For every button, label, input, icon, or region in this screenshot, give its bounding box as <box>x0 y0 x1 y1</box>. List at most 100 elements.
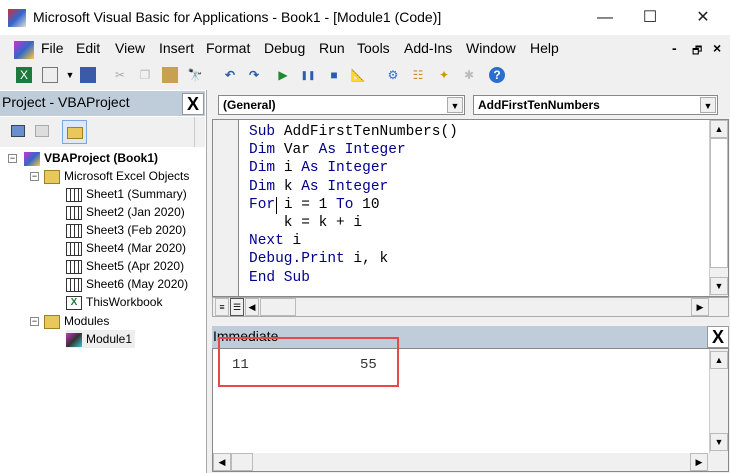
cut-icon[interactable]: ✂ <box>112 67 128 83</box>
toggle-folders-button[interactable] <box>62 120 87 144</box>
project-tree: − VBAProject (Book1) − Microsoft Excel O… <box>8 149 190 348</box>
code-token: k <box>283 178 302 195</box>
menu-view[interactable]: View <box>115 40 145 56</box>
tree-node-label: Sheet6 (May 2020) <box>86 277 189 291</box>
tree-node-sheet5[interactable]: Sheet5 (Apr 2020) <box>66 257 184 275</box>
tree-node-sheet3[interactable]: Sheet3 (Feb 2020) <box>66 221 186 239</box>
paste-icon[interactable] <box>162 67 178 83</box>
view-excel-icon[interactable]: X <box>16 67 32 83</box>
mdi-close-button[interactable]: × <box>713 40 721 56</box>
tree-node-thisworkbook[interactable]: X ThisWorkbook <box>66 293 162 311</box>
code-keyword: Sub <box>249 124 284 140</box>
tree-node-sheet2[interactable]: Sheet2 (Jan 2020) <box>66 203 185 221</box>
menu-format[interactable]: Format <box>206 40 250 56</box>
code-line[interactable]: Next i <box>249 232 458 250</box>
code-keyword: End Sub <box>249 269 310 286</box>
module-icon <box>66 332 82 347</box>
project-explorer-close-button[interactable]: X <box>182 93 204 115</box>
code-line[interactable]: k = k + i <box>249 214 458 232</box>
code-line[interactable]: Sub AddFirstTenNumbers() <box>249 123 458 141</box>
tree-node-modules[interactable]: Modules <box>44 312 109 330</box>
code-line[interactable]: End Sub <box>249 269 458 287</box>
dropdown-arrow-icon[interactable]: ▼ <box>62 67 78 83</box>
scroll-left-icon[interactable]: ◀ <box>213 453 231 471</box>
menu-run[interactable]: Run <box>319 40 345 56</box>
scroll-thumb[interactable] <box>710 138 728 268</box>
menu-window[interactable]: Window <box>466 40 516 56</box>
procedure-view-button[interactable]: ≡ <box>215 298 229 316</box>
menu-help[interactable]: Help <box>530 40 559 56</box>
scroll-down-icon[interactable]: ▼ <box>710 277 728 295</box>
menu-insert[interactable]: Insert <box>159 40 194 56</box>
project-scrollbar[interactable] <box>194 117 205 147</box>
reset-icon[interactable]: ■ <box>326 67 342 83</box>
immediate-vertical-scrollbar[interactable]: ▲ ▼ <box>709 349 728 453</box>
code-line[interactable]: Dim k As Integer <box>249 178 458 196</box>
object-browser-icon[interactable]: ✦ <box>436 67 452 83</box>
horizontal-scroll-thumb[interactable] <box>231 453 253 471</box>
chevron-down-icon[interactable]: ▼ <box>447 97 463 113</box>
scroll-down-icon[interactable]: ▼ <box>710 433 728 451</box>
code-vertical-scrollbar[interactable]: ▲ ▼ <box>709 120 728 296</box>
chevron-down-icon[interactable]: ▼ <box>700 97 716 113</box>
code-token: i <box>292 233 302 250</box>
mdi-minimize-button[interactable]: - <box>672 40 677 56</box>
scroll-right-icon[interactable]: ▶ <box>691 298 709 316</box>
close-button[interactable]: ✕ <box>683 6 723 30</box>
vba-app-icon <box>8 9 26 27</box>
tree-node-vbaproject[interactable]: VBAProject (Book1) <box>24 149 158 167</box>
scroll-right-icon[interactable]: ▶ <box>690 453 708 471</box>
code-keyword: Dim <box>249 160 284 177</box>
scroll-up-icon[interactable]: ▲ <box>710 351 728 369</box>
code-text[interactable]: Sub AddFirstTenNumbers() Dim Var As Integ… <box>249 123 458 287</box>
code-line[interactable]: Debug.Print i, k <box>249 250 458 268</box>
run-icon[interactable]: ▶ <box>275 67 291 83</box>
tree-node-sheet1[interactable]: Sheet1 (Summary) <box>66 185 187 203</box>
tree-node-module1[interactable]: Module1 <box>66 330 136 348</box>
object-dropdown[interactable]: (General) ▼ <box>218 95 465 115</box>
maximize-button[interactable]: ☐ <box>630 6 670 30</box>
tree-node-label: Sheet1 (Summary) <box>86 187 187 201</box>
insert-userform-icon[interactable] <box>42 67 58 83</box>
find-icon[interactable]: 🔭 <box>187 67 203 83</box>
code-line[interactable]: For i = 1 To 10 <box>249 196 458 214</box>
save-icon[interactable] <box>80 67 96 83</box>
code-line[interactable]: Dim Var As Integer <box>249 141 458 159</box>
help-icon[interactable]: ? <box>489 67 505 83</box>
tree-node-label: Sheet3 (Feb 2020) <box>86 223 187 237</box>
undo-icon[interactable]: ↶ <box>222 67 238 83</box>
standard-toolbar: X ▼ ✂ ❐ 🔭 ↶ ↷ ▶ ❚❚ ■ 📐 ⚙ ☷ ✦ ✱ ? <box>0 62 730 90</box>
menu-edit[interactable]: Edit <box>76 40 100 56</box>
horizontal-scroll-thumb[interactable] <box>260 298 296 316</box>
immediate-horizontal-scrollbar[interactable]: ◀ ▶ <box>213 453 728 471</box>
scroll-up-icon[interactable]: ▲ <box>710 120 728 138</box>
view-code-icon[interactable] <box>11 125 25 137</box>
menu-tools[interactable]: Tools <box>357 40 390 56</box>
procedure-dropdown[interactable]: AddFirstTenNumbers ▼ <box>473 95 718 115</box>
menu-add-ins[interactable]: Add-Ins <box>404 40 452 56</box>
menu-debug[interactable]: Debug <box>264 40 305 56</box>
tree-node-label: VBAProject (Book1) <box>44 151 159 165</box>
tree-node-label: Module1 <box>86 332 133 346</box>
design-mode-icon[interactable]: 📐 <box>350 67 366 83</box>
scroll-left-icon[interactable]: ◀ <box>245 298 259 316</box>
code-line[interactable]: Dim i As Integer <box>249 159 458 177</box>
copy-icon[interactable]: ❐ <box>137 67 153 83</box>
break-icon[interactable]: ❚❚ <box>300 67 316 83</box>
project-explorer-icon[interactable]: ⚙ <box>385 67 401 83</box>
redo-icon[interactable]: ↷ <box>246 67 262 83</box>
full-module-view-button[interactable]: ☰ <box>230 298 244 316</box>
properties-window-icon[interactable]: ☷ <box>410 67 426 83</box>
tree-node-excel-objects[interactable]: Microsoft Excel Objects <box>44 167 189 185</box>
minimize-button[interactable]: — <box>585 6 625 30</box>
tree-node-sheet4[interactable]: Sheet4 (Mar 2020) <box>66 239 186 257</box>
view-object-icon[interactable] <box>35 125 49 137</box>
menu-file[interactable]: File <box>41 40 64 56</box>
mdi-restore-button[interactable]: 🗗 <box>692 42 702 61</box>
tree-node-sheet6[interactable]: Sheet6 (May 2020) <box>66 275 188 293</box>
toolbox-icon[interactable]: ✱ <box>461 67 477 83</box>
text-cursor <box>276 197 277 214</box>
object-dropdown-value: (General) <box>223 98 276 112</box>
code-editor[interactable]: Sub AddFirstTenNumbers() Dim Var As Integ… <box>212 119 729 297</box>
immediate-close-button[interactable]: X <box>707 326 729 348</box>
